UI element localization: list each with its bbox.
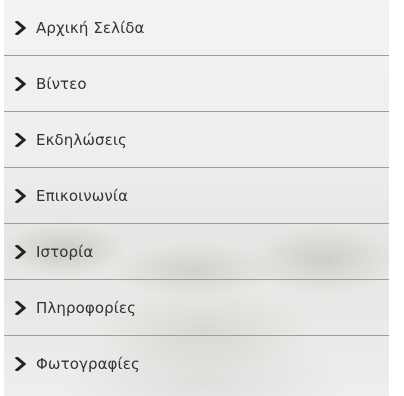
menu-item-contact[interactable]: Επικοινωνία	[4, 168, 389, 224]
menu-item-video[interactable]: Βίντεο	[4, 56, 389, 112]
menu-item-label: Βίντεο	[36, 74, 87, 93]
menu-item-events[interactable]: Εκδηλώσεις	[4, 112, 389, 168]
chevron-right-icon	[14, 244, 28, 260]
menu-item-label: Πληροφορίες	[36, 298, 137, 317]
chevron-right-icon	[14, 188, 28, 204]
chevron-right-icon	[14, 76, 28, 92]
menu-item-info[interactable]: Πληροφορίες	[4, 280, 389, 336]
chevron-right-icon	[14, 356, 28, 372]
menu-item-home[interactable]: Αρχική Σελίδα	[4, 0, 389, 56]
menu-item-label: Επικοινωνία	[36, 186, 129, 205]
chevron-right-icon	[14, 132, 28, 148]
menu-item-label: Εκδηλώσεις	[36, 130, 127, 149]
menu-item-photos[interactable]: Φωτογραφίες	[4, 336, 389, 392]
navigation-menu: Αρχική Σελίδα Βίντεο Εκδηλώσεις Επικοινω…	[4, 0, 389, 396]
menu-item-label: Ιστορία	[36, 242, 94, 261]
menu-list: Αρχική Σελίδα Βίντεο Εκδηλώσεις Επικοινω…	[4, 0, 389, 392]
menu-item-label: Φωτογραφίες	[36, 355, 140, 373]
menu-item-history[interactable]: Ιστορία	[4, 224, 389, 280]
menu-item-label: Αρχική Σελίδα	[36, 18, 145, 37]
chevron-right-icon	[14, 20, 28, 36]
chevron-right-icon	[14, 300, 28, 316]
